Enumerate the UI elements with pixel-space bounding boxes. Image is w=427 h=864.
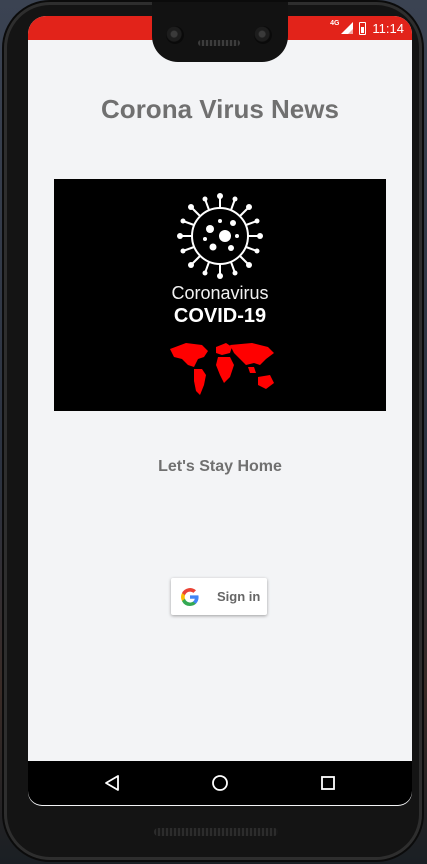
earpiece-speaker	[198, 40, 240, 46]
navigation-bar	[28, 761, 412, 805]
status-icons: 4G 11:14	[330, 18, 404, 38]
back-icon[interactable]	[102, 773, 122, 793]
page-title: Corona Virus News	[101, 94, 339, 124]
google-sign-in-button[interactable]: Sign in	[171, 578, 267, 615]
stay-home-text: Let's Stay Home	[158, 458, 282, 475]
phone-frame: 4G 11:14 Corona Virus News Coronavirus C…	[4, 2, 422, 860]
home-icon[interactable]	[210, 773, 230, 793]
google-g-icon	[181, 587, 199, 606]
virus-icon	[177, 193, 263, 279]
sign-in-label: Sign in	[217, 589, 261, 604]
front-camera-icon	[166, 26, 184, 44]
bottom-speaker-grille	[154, 828, 278, 836]
camera-notch	[152, 2, 288, 62]
clock: 11:14	[372, 20, 404, 36]
recent-apps-icon[interactable]	[318, 773, 338, 793]
front-camera-icon	[254, 26, 272, 44]
app-screen: 4G 11:14 Corona Virus News Coronavirus C…	[28, 16, 412, 806]
battery-icon	[359, 21, 367, 35]
signal-icon	[341, 22, 354, 34]
world-map-icon	[170, 343, 274, 395]
covid-hero-image: Coronavirus COVID-19	[54, 179, 386, 411]
hero-caption-covid19: COVID-19	[173, 305, 267, 327]
network-type: 4G	[330, 19, 340, 27]
hero-caption-coronavirus: Coronavirus	[171, 283, 269, 303]
